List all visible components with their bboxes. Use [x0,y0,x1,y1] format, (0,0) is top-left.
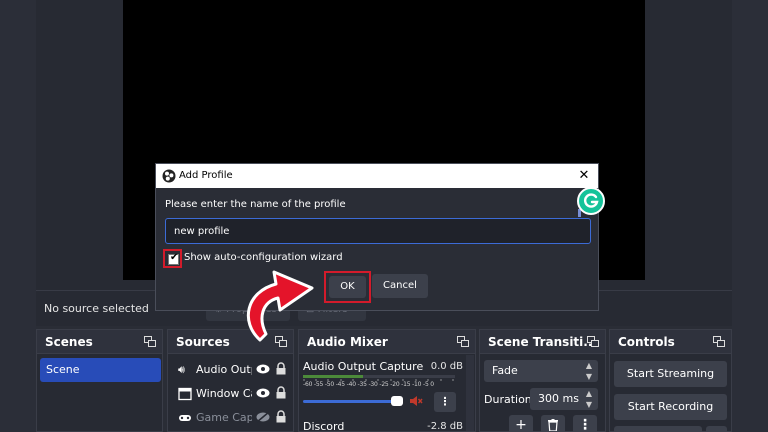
scenes-dock-title: Scenes [45,335,93,349]
volume-slider-track[interactable] [303,400,397,403]
audio-mixer-dock-header: Audio Mixer [299,330,475,354]
scenes-dock-header: Scenes [37,330,162,354]
mixer-channel-db: -2.8 dB [427,421,463,432]
ok-button-highlight: OK [324,271,371,303]
lock-icon[interactable] [276,410,286,423]
mixer-channel-name: Discord [303,420,345,432]
more-vertical-icon: ⋮ [578,417,592,432]
undock-icon[interactable] [587,336,599,347]
duration-label: Duration [484,393,532,406]
source-item-label: Window Capture [196,387,252,400]
no-source-label: No source selected [44,302,149,315]
undock-icon[interactable] [457,336,469,347]
grammarly-icon[interactable] [577,187,605,215]
profile-name-input[interactable] [165,218,591,244]
updown-chevron-icon: ▲ ▼ [585,389,592,409]
scene-transitions-dock-title: Scene Transiti... [488,335,597,349]
mixer-channel-name: Audio Output Capture [303,360,424,373]
add-profile-dialog: Add Profile ✕ Please enter the name of t… [155,163,599,311]
eye-icon[interactable] [256,363,270,375]
mixer-channel-db: 0.0 dB [430,361,463,372]
background-frame-left [0,0,36,432]
controls-dock-title: Controls [618,335,675,349]
trash-icon [548,419,558,432]
add-transition-button[interactable]: + [509,415,533,432]
source-item-label: Audio Output Capture [196,363,252,376]
volume-slider-handle[interactable] [391,396,403,406]
transition-menu-button[interactable]: ⋮ [573,415,597,432]
checkmark-icon: ✔ [170,252,179,263]
close-icon[interactable]: ✕ [575,167,593,185]
checkbox-highlight: ✔ [163,249,182,268]
lock-icon[interactable] [276,362,286,375]
transition-select-value: Fade [492,364,518,377]
cancel-button[interactable]: Cancel [372,274,428,298]
sources-dock: Sources 🔊︎ Audio Output Capture Window C… [167,329,294,432]
muted-speaker-icon[interactable] [409,394,423,408]
grammarly-g-icon [584,193,599,208]
dialog-title: Add Profile [179,170,233,181]
speaker-icon: 🔊︎ [178,363,185,376]
eye-hidden-icon[interactable] [256,411,270,423]
controls-dock: Controls Start Streaming Start Recording [609,329,732,432]
source-item-audio-output[interactable]: 🔊︎ Audio Output Capture [176,360,291,380]
lock-icon[interactable] [276,386,286,399]
duration-value: 300 ms [538,392,579,405]
start-streaming-button[interactable]: Start Streaming [614,361,727,387]
sources-dock-title: Sources [176,335,230,349]
virtual-camera-settings-button[interactable] [706,426,727,432]
updown-chevron-icon: ▲ ▼ [585,361,592,381]
window-icon [178,387,192,401]
undock-icon[interactable] [713,336,725,347]
source-item-game-capture[interactable]: Game Capture [176,408,291,428]
scene-transitions-dock: Scene Transiti... Fade ▲ ▼ Duration 300 m… [479,329,606,432]
start-recording-button[interactable]: Start Recording [614,394,727,420]
meter-scale-labels: -60 -55 -50 -45 -40 -35 -30 -25 -20 -15 … [303,381,434,388]
scenes-dock: Scenes Scene [36,329,163,432]
undock-icon[interactable] [144,336,156,347]
duration-spinbox[interactable]: 300 ms ▲ ▼ [530,388,598,410]
dialog-titlebar: Add Profile ✕ [156,164,598,188]
plus-icon: + [515,417,527,432]
eye-icon[interactable] [256,387,270,399]
mixer-scrollbar[interactable] [466,355,474,431]
obs-logo-icon [162,169,176,183]
mixer-menu-button[interactable]: ⋮ [434,392,456,412]
controls-dock-header: Controls [610,330,731,354]
remove-transition-button[interactable] [541,415,565,432]
scene-list-item[interactable]: Scene [40,358,161,382]
background-frame-right [732,0,768,432]
source-item-window-capture[interactable]: Window Capture [176,384,291,404]
audio-mixer-dock: Audio Mixer Audio Output Capture 0.0 dB … [298,329,476,432]
auto-config-checkbox[interactable]: ✔ [168,252,179,265]
ok-button[interactable]: OK [329,276,366,298]
virtual-camera-button[interactable] [614,426,702,432]
dialog-prompt: Please enter the name of the profile [165,199,346,210]
annotation-arrow-icon [246,270,314,342]
scene-transitions-dock-header: Scene Transiti... [480,330,605,354]
transition-select[interactable]: Fade ▲ ▼ [484,360,598,382]
source-item-label: Game Capture [196,411,252,424]
gamepad-icon [179,415,191,421]
